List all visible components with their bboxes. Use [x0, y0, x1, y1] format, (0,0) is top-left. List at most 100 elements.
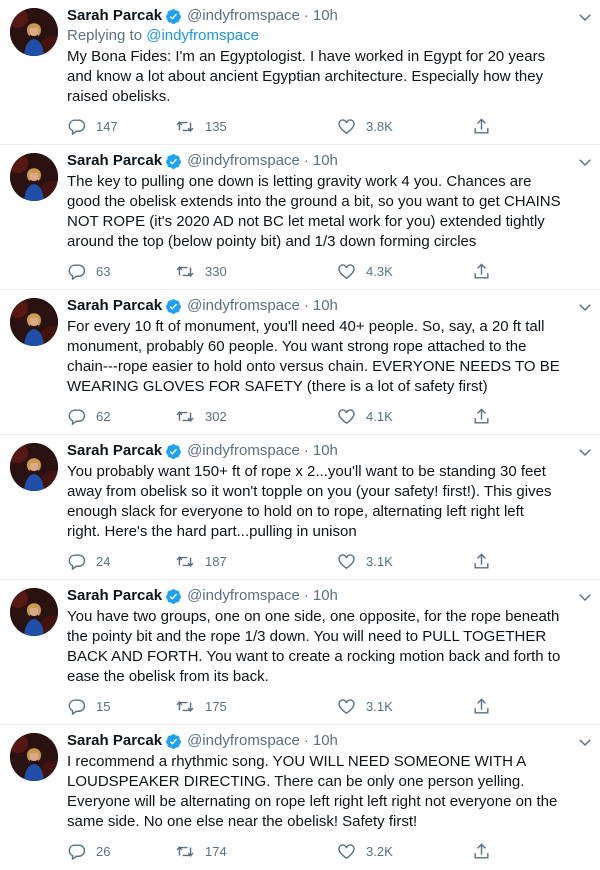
retweet-count: 135: [205, 119, 227, 134]
author-handle[interactable]: @indyfromspace: [187, 296, 300, 316]
share-icon: [472, 117, 491, 136]
tweet[interactable]: Sarah Parcak @indyfromspace · 10h For ev…: [0, 290, 600, 435]
verified-badge-icon: [165, 298, 182, 315]
tweet[interactable]: Sarah Parcak @indyfromspace · 10h The ke…: [0, 145, 600, 290]
reply-button[interactable]: 63: [67, 262, 110, 281]
chevron-down-icon[interactable]: [576, 8, 594, 31]
reply-button[interactable]: 147: [67, 117, 118, 136]
tweet-text: I recommend a rhythmic song. YOU WILL NE…: [67, 753, 558, 830]
reply-icon: [67, 842, 86, 861]
retweet-button[interactable]: 175: [175, 697, 227, 716]
separator-dot: ·: [303, 587, 309, 604]
replying-prefix: Replying to: [67, 27, 147, 44]
share-button[interactable]: [472, 262, 501, 281]
author-handle[interactable]: @indyfromspace: [187, 151, 300, 171]
like-button[interactable]: 4.3K: [337, 262, 393, 281]
like-count: 4.3K: [366, 264, 393, 279]
timestamp[interactable]: 10h: [313, 441, 338, 461]
retweet-button[interactable]: 302: [175, 407, 227, 426]
avatar[interactable]: [10, 733, 58, 781]
author-name[interactable]: Sarah Parcak: [67, 296, 162, 316]
retweet-count: 302: [205, 409, 227, 424]
like-button[interactable]: 3.8K: [337, 117, 393, 136]
author-name[interactable]: Sarah Parcak: [67, 151, 162, 171]
reply-button[interactable]: 62: [67, 407, 110, 426]
avatar[interactable]: [10, 153, 58, 201]
share-icon: [472, 842, 491, 861]
replying-to-link[interactable]: @indyfromspace: [146, 27, 259, 44]
reply-button[interactable]: 26: [67, 842, 110, 861]
reply-count: 63: [96, 264, 111, 279]
retweet-button[interactable]: 187: [175, 552, 227, 571]
author-handle[interactable]: @indyfromspace: [187, 586, 300, 606]
tweet-actions: 15 175 3.1K: [67, 697, 507, 717]
reply-icon: [67, 262, 86, 281]
reply-button[interactable]: 15: [67, 697, 110, 716]
retweet-icon: [175, 697, 195, 716]
chevron-down-icon[interactable]: [576, 443, 594, 466]
author-name[interactable]: Sarah Parcak: [67, 441, 162, 461]
retweet-count: 174: [205, 844, 227, 859]
avatar[interactable]: [10, 8, 58, 56]
retweet-icon: [175, 262, 195, 281]
author-name[interactable]: Sarah Parcak: [67, 6, 162, 26]
tweet-text: My Bona Fides: I'm an Egyptologist. I ha…: [67, 48, 546, 105]
heart-icon: [337, 407, 356, 426]
timestamp[interactable]: 10h: [313, 6, 338, 26]
reply-button[interactable]: 24: [67, 552, 110, 571]
tweet[interactable]: Sarah Parcak @indyfromspace · 10h Replyi…: [0, 0, 600, 145]
chevron-down-icon[interactable]: [576, 153, 594, 176]
share-button[interactable]: [472, 697, 501, 716]
avatar[interactable]: [10, 588, 58, 636]
share-button[interactable]: [472, 117, 501, 136]
like-button[interactable]: 4.1K: [337, 407, 393, 426]
like-count: 4.1K: [366, 409, 393, 424]
verified-badge-icon: [165, 588, 182, 605]
tweet-text: You have two groups, one on one side, on…: [67, 608, 561, 685]
verified-badge-icon: [165, 443, 182, 460]
chevron-down-icon[interactable]: [576, 588, 594, 611]
share-button[interactable]: [472, 407, 501, 426]
like-count: 3.8K: [366, 119, 393, 134]
verified-badge-icon: [165, 8, 182, 25]
like-count: 3.1K: [366, 554, 393, 569]
reply-icon: [67, 117, 86, 136]
heart-icon: [337, 697, 356, 716]
timestamp[interactable]: 10h: [313, 586, 338, 606]
retweet-button[interactable]: 174: [175, 842, 227, 861]
retweet-icon: [175, 117, 195, 136]
chevron-down-icon[interactable]: [576, 733, 594, 756]
author-name[interactable]: Sarah Parcak: [67, 731, 162, 751]
like-button[interactable]: 3.1K: [337, 697, 393, 716]
share-icon: [472, 552, 491, 571]
timestamp[interactable]: 10h: [313, 296, 338, 316]
retweet-icon: [175, 842, 195, 861]
share-button[interactable]: [472, 552, 501, 571]
author-handle[interactable]: @indyfromspace: [187, 6, 300, 26]
retweet-button[interactable]: 135: [175, 117, 227, 136]
like-button[interactable]: 3.1K: [337, 552, 393, 571]
avatar[interactable]: [10, 443, 58, 491]
chevron-down-icon[interactable]: [576, 298, 594, 321]
tweet[interactable]: Sarah Parcak @indyfromspace · 10h You pr…: [0, 435, 600, 580]
verified-badge-icon: [165, 733, 182, 750]
author-handle[interactable]: @indyfromspace: [187, 441, 300, 461]
author-handle[interactable]: @indyfromspace: [187, 731, 300, 751]
tweet[interactable]: Sarah Parcak @indyfromspace · 10h I reco…: [0, 725, 600, 870]
timestamp[interactable]: 10h: [313, 151, 338, 171]
timestamp[interactable]: 10h: [313, 731, 338, 751]
avatar[interactable]: [10, 298, 58, 346]
retweet-count: 330: [205, 264, 227, 279]
author-name[interactable]: Sarah Parcak: [67, 586, 162, 606]
reply-count: 15: [96, 699, 111, 714]
heart-icon: [337, 262, 356, 281]
reply-count: 147: [96, 119, 118, 134]
tweet[interactable]: Sarah Parcak @indyfromspace · 10h You ha…: [0, 580, 600, 725]
replying-to: Replying to @indyfromspace: [67, 26, 580, 46]
retweet-button[interactable]: 330: [175, 262, 227, 281]
reply-icon: [67, 697, 86, 716]
separator-dot: ·: [303, 7, 309, 24]
heart-icon: [337, 842, 356, 861]
like-button[interactable]: 3.2K: [337, 842, 393, 861]
share-button[interactable]: [472, 842, 501, 861]
